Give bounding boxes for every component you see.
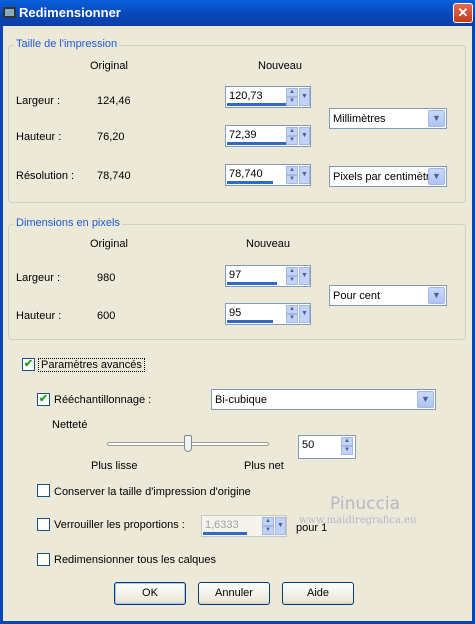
pixel-height-spinner[interactable]: 95 ▲ ▼ ▼: [225, 303, 311, 325]
resolution-unit-select[interactable]: Pixels par centimètre ▼: [329, 166, 447, 187]
advanced-checkbox[interactable]: ✔: [22, 358, 35, 371]
keep-print-size-checkbox[interactable]: [37, 484, 50, 497]
print-resolution-original: 78,740: [97, 170, 131, 182]
pixel-width-original: 980: [97, 272, 116, 284]
print-height-spinner[interactable]: 72,39 ▲ ▼ ▼: [225, 125, 311, 147]
spin-up-icon[interactable]: ▲: [286, 88, 298, 97]
pixel-width-bar: [227, 282, 277, 285]
help-button[interactable]: Aide: [282, 582, 354, 605]
spin-up-icon[interactable]: ▲: [286, 166, 298, 175]
pixel-unit-value: Pour cent: [333, 290, 381, 302]
print-resolution-bar: [227, 181, 273, 184]
resample-checkbox[interactable]: ✔: [37, 393, 50, 406]
print-height-original: 76,20: [97, 131, 125, 143]
close-icon: ✕: [457, 5, 469, 20]
pixel-height-original: 600: [97, 310, 116, 322]
ok-button[interactable]: OK: [114, 582, 186, 605]
chevron-down-icon[interactable]: ▼: [299, 267, 310, 285]
pixel-new-header: Nouveau: [246, 238, 291, 250]
watermark-url: www.maidiregrafica.eu: [299, 515, 417, 526]
sharpness-value: 50: [302, 439, 315, 451]
advanced-label[interactable]: Paramètres avancés: [38, 358, 145, 372]
print-height-label: Hauteur :: [16, 131, 62, 143]
sharpness-min-label: Plus lisse: [91, 460, 138, 472]
print-width-bar: [227, 103, 293, 106]
chevron-down-icon[interactable]: ▼: [428, 168, 445, 185]
keep-print-size-label: Conserver la taille d'impression d'origi…: [54, 486, 251, 498]
lock-ratio-label: Verrouiller les proportions :: [54, 519, 185, 531]
spin-down-icon[interactable]: ▼: [286, 314, 298, 323]
app-icon: [3, 7, 16, 18]
watermark-title: Pinuccia: [330, 494, 400, 514]
spin-up-icon[interactable]: ▲: [286, 267, 298, 276]
resize-all-layers-label: Redimensionner tous les calques: [54, 554, 217, 566]
cancel-button[interactable]: Annuler: [198, 582, 270, 605]
print-width-value: 120,73: [229, 90, 263, 102]
spin-up-icon[interactable]: ▲: [341, 437, 353, 446]
chevron-down-icon[interactable]: ▼: [428, 287, 445, 304]
chevron-down-icon[interactable]: ▼: [299, 166, 310, 184]
resize-all-layers-checkbox[interactable]: [37, 553, 50, 566]
print-size-group-title: Taille de l'impression: [14, 38, 120, 50]
sharpness-label: Netteté: [52, 419, 88, 431]
spin-down-icon: ▼: [262, 526, 274, 535]
resample-value: Bi-cubique: [215, 394, 267, 406]
title-bar: Redimensionner ✕: [0, 0, 475, 26]
print-resolution-value: 78,740: [229, 168, 263, 180]
print-height-bar: [227, 142, 289, 145]
lock-ratio-checkbox[interactable]: [37, 518, 50, 531]
chevron-down-icon[interactable]: ▼: [417, 391, 434, 408]
spin-up-icon[interactable]: ▲: [286, 305, 298, 314]
print-resolution-spinner[interactable]: 78,740 ▲ ▼ ▼: [225, 164, 311, 186]
sharpness-slider-thumb[interactable]: [184, 435, 192, 452]
spin-down-icon[interactable]: ▼: [286, 97, 298, 106]
pixel-width-spinner[interactable]: 97 ▲ ▼ ▼: [225, 265, 311, 287]
window-title: Redimensionner: [19, 5, 121, 20]
chevron-down-icon[interactable]: ▼: [428, 110, 445, 127]
print-new-header: Nouveau: [258, 60, 303, 72]
spin-down-icon[interactable]: ▼: [286, 276, 298, 285]
print-width-label: Largeur :: [16, 95, 61, 107]
print-width-original: 124,46: [97, 95, 131, 107]
ratio-value: 1,6333: [205, 519, 239, 531]
resolution-unit-value: Pixels par centimètre: [333, 171, 436, 183]
pixel-original-header: Original: [90, 238, 128, 250]
pixel-height-bar: [227, 320, 273, 323]
pixel-height-value: 95: [229, 307, 242, 319]
print-width-spinner[interactable]: 120,73 ▲ ▼ ▼: [225, 86, 311, 108]
chevron-down-icon[interactable]: ▼: [299, 127, 310, 145]
pixel-unit-select[interactable]: Pour cent ▼: [329, 285, 447, 306]
print-unit-value: Millimètres: [333, 113, 386, 125]
pixel-width-label: Largeur :: [16, 272, 61, 284]
spin-down-icon[interactable]: ▼: [286, 175, 298, 184]
pixel-height-label: Hauteur :: [16, 310, 62, 322]
pixel-width-value: 97: [229, 269, 242, 281]
chevron-down-icon[interactable]: ▼: [299, 305, 310, 323]
spin-up-icon: ▲: [262, 517, 274, 526]
sharpness-spinner[interactable]: 50 ▲ ▼: [298, 435, 356, 459]
spin-down-icon[interactable]: ▼: [286, 136, 298, 145]
resample-label: Rééchantillonnage :: [54, 394, 152, 406]
chevron-down-icon[interactable]: ▼: [299, 88, 310, 106]
spin-up-icon[interactable]: ▲: [286, 127, 298, 136]
chevron-down-icon: ▼: [275, 517, 286, 535]
ratio-bar: [203, 532, 247, 535]
resample-select[interactable]: Bi-cubique ▼: [211, 389, 436, 410]
ratio-spinner[interactable]: 1,6333 ▲ ▼ ▼: [201, 515, 287, 537]
print-height-value: 72,39: [229, 129, 257, 141]
spin-down-icon[interactable]: ▼: [341, 446, 353, 455]
sharpness-max-label: Plus net: [244, 460, 284, 472]
print-original-header: Original: [90, 60, 128, 72]
close-button[interactable]: ✕: [453, 3, 473, 23]
print-unit-select[interactable]: Millimètres ▼: [329, 108, 447, 129]
print-resolution-label: Résolution :: [16, 170, 75, 182]
pixel-size-group-title: Dimensions en pixels: [14, 217, 122, 229]
